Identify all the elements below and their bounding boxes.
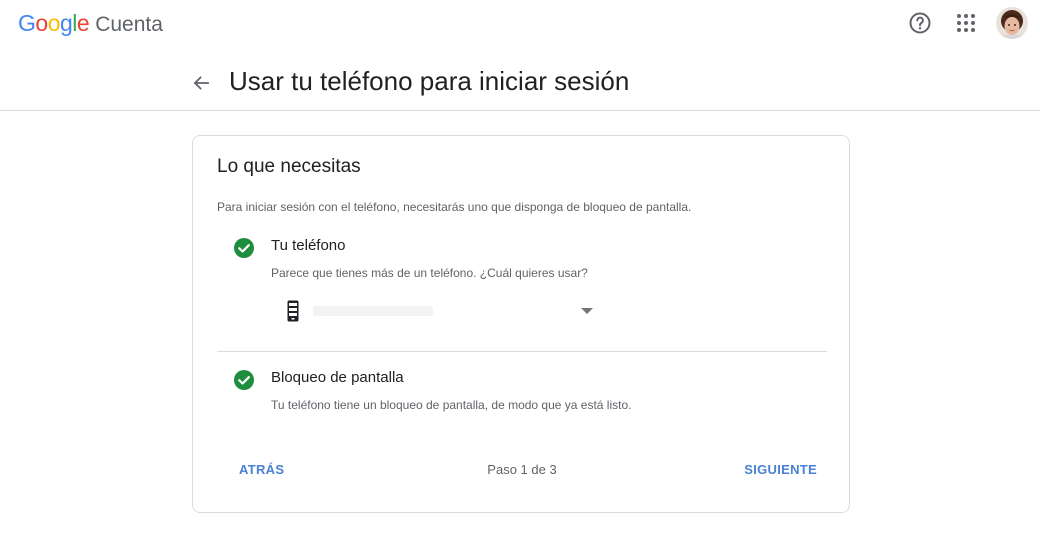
- logo-letter: o: [35, 10, 48, 36]
- divider: [217, 351, 827, 352]
- requirements-card: Lo que necesitas Para iniciar sesión con…: [192, 135, 850, 513]
- top-bar: Google Cuenta: [0, 0, 1040, 50]
- google-wordmark: Google: [18, 10, 90, 37]
- help-button[interactable]: [904, 7, 936, 39]
- requirement-title: Bloqueo de pantalla: [271, 369, 404, 386]
- requirement-subtitle: Tu teléfono tiene un bloqueo de pantalla…: [271, 398, 632, 412]
- phone-icon: [287, 300, 299, 322]
- product-name: Cuenta: [95, 13, 163, 36]
- back-step-button[interactable]: ATRÁS: [239, 462, 284, 477]
- logo-letter: g: [59, 10, 73, 36]
- requirement-title: Tu teléfono: [271, 237, 346, 254]
- requirement-subtitle: Parece que tienes más de un teléfono. ¿C…: [271, 266, 588, 280]
- logo-letter: G: [18, 10, 36, 36]
- help-circle-icon: [909, 12, 931, 34]
- logo-letter: e: [76, 10, 90, 36]
- apps-button[interactable]: [950, 7, 982, 39]
- selected-phone-name: [313, 306, 433, 316]
- arrow-back-icon: [193, 76, 209, 90]
- card-title: Lo que necesitas: [217, 156, 361, 177]
- page-title: Usar tu teléfono para iniciar sesión: [229, 66, 630, 96]
- apps-grid-icon: [957, 14, 975, 32]
- check-circle-icon: [234, 370, 254, 390]
- page-header: Usar tu teléfono para iniciar sesión: [0, 50, 1040, 111]
- avatar-photo: [996, 7, 1028, 39]
- caret-down-icon: [581, 308, 593, 314]
- back-button[interactable]: [188, 70, 214, 96]
- google-account-logo[interactable]: Google Cuenta: [18, 10, 163, 37]
- next-step-button[interactable]: SIGUIENTE: [744, 462, 817, 477]
- phone-select[interactable]: [287, 300, 603, 324]
- logo-letter: o: [47, 10, 61, 36]
- check-circle-icon: [234, 238, 254, 258]
- avatar[interactable]: [996, 7, 1028, 39]
- card-description: Para iniciar sesión con el teléfono, nec…: [217, 200, 692, 214]
